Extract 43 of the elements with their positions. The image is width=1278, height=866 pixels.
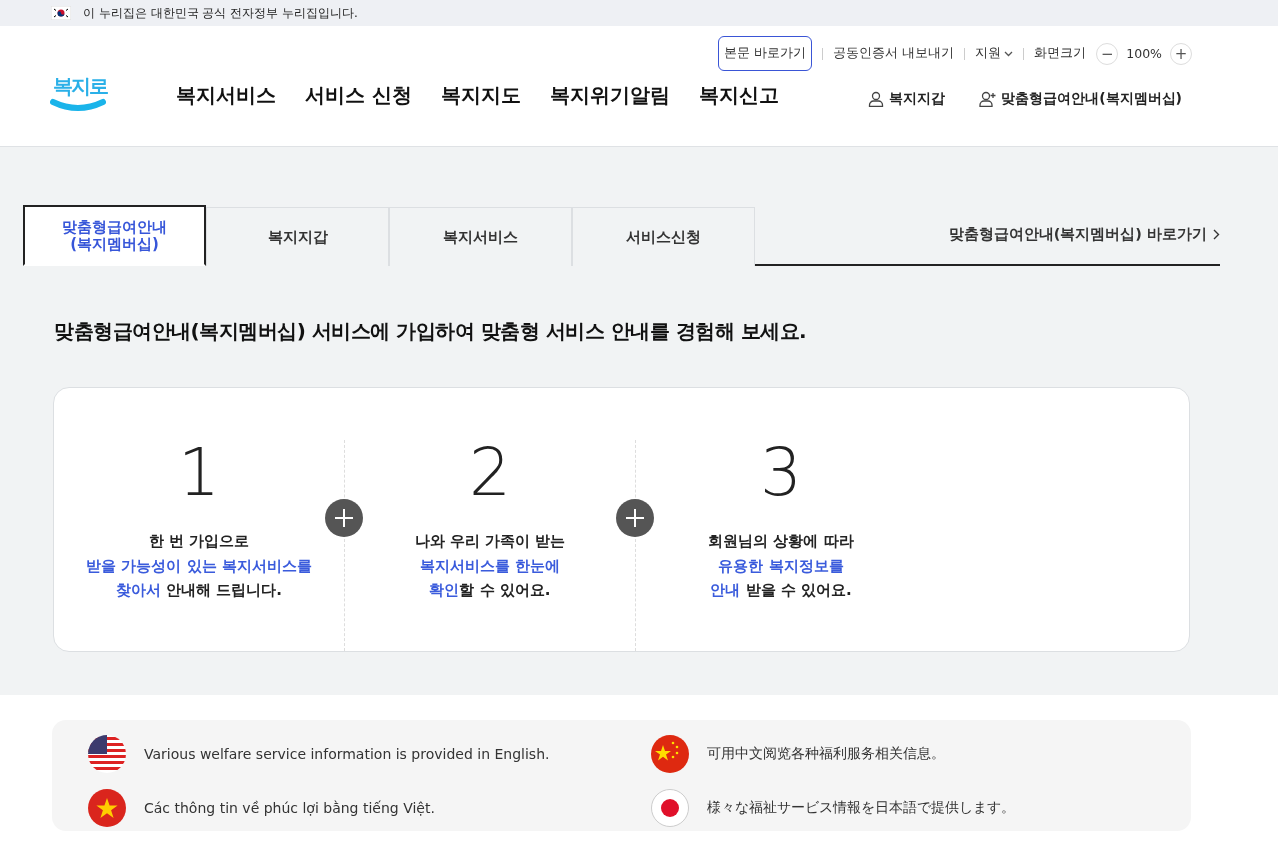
step-description: 회원님의 상황에 따라 유용한 복지정보를 안내 받을 수 있어요. [708,531,854,601]
shortcut-link[interactable]: 맞춤형급여안내(복지멤버십) 바로가기 [948,225,1220,264]
zoom-value: 100% [1125,46,1163,61]
language-link[interactable]: 可用中文阅览各种福利服务相关信息。 [651,731,1191,777]
zoom-label: 화면크기 [1033,45,1088,62]
chevron-down-icon [1004,50,1014,57]
tab[interactable]: 복지서비스 [389,207,572,266]
step-number: 2 [469,440,511,506]
headline: 맞춤형급여안내(복지멤버십) 서비스에 가입하여 맞춤형 서비스 안내를 경험해 보세요. [54,318,808,345]
language-link[interactable]: Các thông tin về phúc lợi bằng tiếng Việt. [88,785,651,831]
flag-icon [88,789,126,828]
banner-text: 이 누리집은 대한민국 공식 전자정부 누리집입니다. [83,4,358,22]
flag-icon [651,734,689,773]
step-description: 나와 우리 가족이 받는 복지서비스를 한눈에 확인할 수 있어요. [414,531,566,601]
flag-icon [651,789,689,828]
nav-link[interactable]: 서비스 신청 [305,82,412,109]
plus-icon [325,499,363,537]
user-link[interactable]: 맞춤형급여안내(복지멤버십) [979,90,1182,108]
utility-link[interactable]: 공동인증서 내보내기 [823,45,965,62]
skip-link[interactable]: 본문 바로가기 [718,36,813,71]
step-number: 3 [760,440,802,506]
smile-logo-icon [50,98,106,112]
nav-link[interactable]: 복지서비스 [176,82,276,109]
nav-link[interactable]: 복지위기알림 [549,82,670,109]
person-icon [868,91,885,107]
nav-link[interactable]: 복지지도 [440,82,521,109]
tab[interactable]: 복지지갑 [206,207,389,266]
nav-link[interactable]: 복지신고 [698,82,779,109]
flag-icon [88,734,126,773]
chevron-right-icon [1213,229,1220,240]
flag-icon [51,6,71,20]
zoom-out-button[interactable]: − [1096,42,1119,65]
user-link[interactable]: 복지지갑 [868,90,946,108]
plus-icon [616,499,654,537]
step-number: 1 [178,440,220,506]
tab[interactable]: 서비스신청 [572,207,755,266]
person-add-icon [979,91,997,107]
support-dropdown[interactable]: 지원 [965,45,1024,62]
language-link[interactable]: 様々な福祉サービス情報を日本語で提供します。 [651,785,1191,831]
step-description: 한 번 가입으로 받을 가능성이 있는 복지서비스를 찾아서 안내해 드립니다. [86,531,312,601]
tab[interactable]: 맞춤형급여안내 (복지멤버십) [23,205,206,266]
zoom-in-button[interactable]: + [1170,42,1192,65]
language-link[interactable]: Various welfare service information is provided in English. [88,731,651,777]
